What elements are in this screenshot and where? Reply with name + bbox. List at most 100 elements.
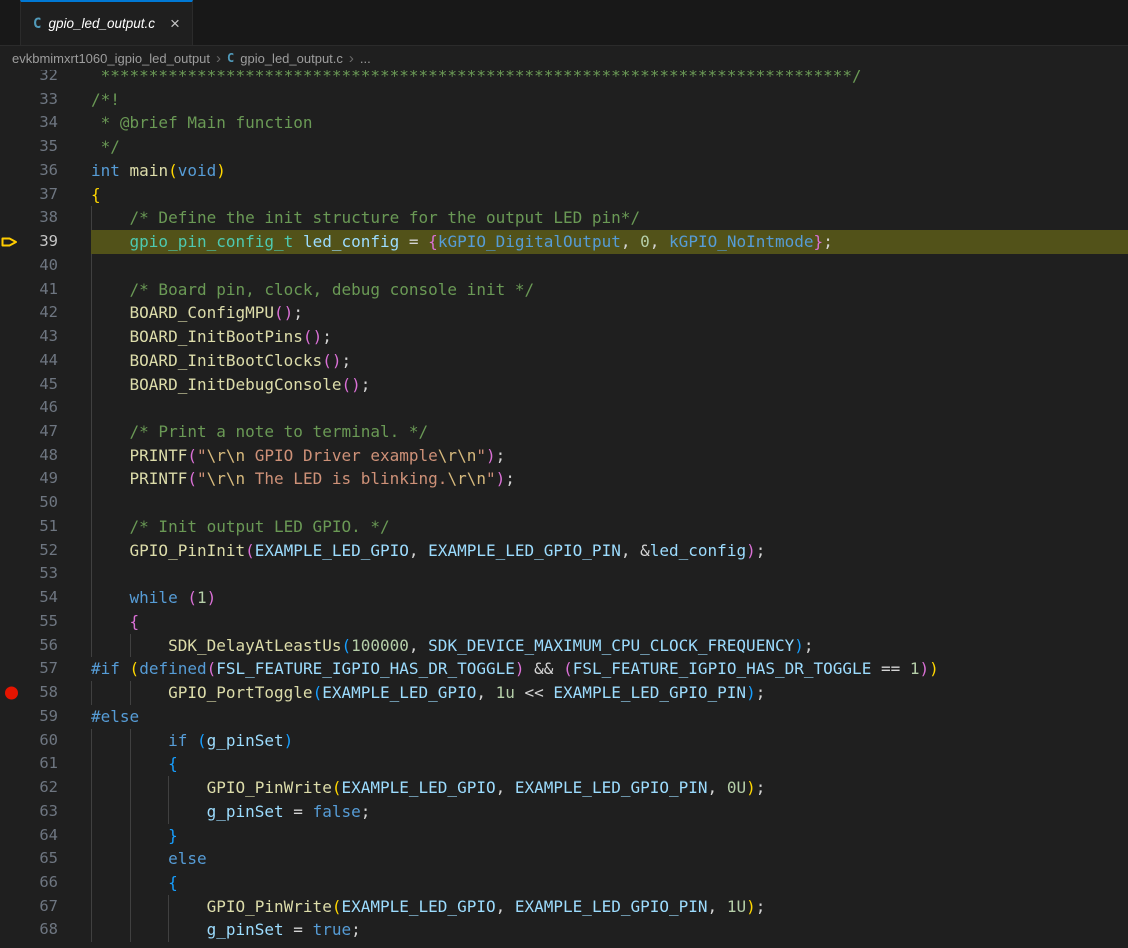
glyph-margin[interactable] [0,918,26,942]
glyph-margin[interactable] [0,444,26,468]
code-line[interactable]: 66 { [0,871,1128,895]
glyph-margin[interactable] [0,776,26,800]
glyph-margin[interactable] [0,254,26,278]
line-number[interactable]: 47 [26,420,58,444]
glyph-margin[interactable] [0,681,26,705]
code-line[interactable]: 35 */ [0,135,1128,159]
code-line[interactable]: 34 * @brief Main function [0,111,1128,135]
breadcrumb-file[interactable]: gpio_led_output.c [240,51,343,66]
line-number[interactable]: 37 [26,183,58,207]
code-line[interactable]: 33/*! [0,88,1128,112]
line-number[interactable]: 56 [26,634,58,658]
code-line[interactable]: 50 [0,491,1128,515]
line-number[interactable]: 35 [26,135,58,159]
line-number[interactable]: 44 [26,349,58,373]
glyph-margin[interactable] [0,206,26,230]
code-line[interactable]: 48 PRINTF("\r\n GPIO Driver example\r\n"… [0,444,1128,468]
line-number[interactable]: 53 [26,562,58,586]
line-number[interactable]: 67 [26,895,58,919]
breadcrumb-more[interactable]: ... [360,51,371,66]
code-line[interactable]: 47 /* Print a note to terminal. */ [0,420,1128,444]
glyph-margin[interactable] [0,373,26,397]
glyph-margin[interactable] [0,752,26,776]
glyph-margin[interactable] [0,657,26,681]
line-number[interactable]: 61 [26,752,58,776]
glyph-margin[interactable] [0,88,26,112]
line-number[interactable]: 68 [26,918,58,942]
glyph-margin[interactable] [0,70,26,88]
line-number[interactable]: 51 [26,515,58,539]
line-number[interactable]: 42 [26,301,58,325]
line-number[interactable]: 65 [26,847,58,871]
code-line[interactable]: 52 GPIO_PinInit(EXAMPLE_LED_GPIO, EXAMPL… [0,539,1128,563]
glyph-margin[interactable] [0,895,26,919]
code-line[interactable]: 57#if (defined(FSL_FEATURE_IGPIO_HAS_DR_… [0,657,1128,681]
glyph-margin[interactable] [0,634,26,658]
code-line[interactable]: 60 if (g_pinSet) [0,729,1128,753]
glyph-margin[interactable] [0,705,26,729]
line-number[interactable]: 39 [26,230,58,254]
glyph-margin[interactable] [0,871,26,895]
glyph-margin[interactable] [0,278,26,302]
glyph-margin[interactable] [0,515,26,539]
code-line[interactable]: 64 } [0,824,1128,848]
code-line[interactable]: 55 { [0,610,1128,634]
glyph-margin[interactable] [0,562,26,586]
glyph-margin[interactable] [0,159,26,183]
line-number[interactable]: 41 [26,278,58,302]
code-line[interactable]: 67 GPIO_PinWrite(EXAMPLE_LED_GPIO, EXAMP… [0,895,1128,919]
line-number[interactable]: 36 [26,159,58,183]
line-number[interactable]: 66 [26,871,58,895]
code-line[interactable]: 42 BOARD_ConfigMPU(); [0,301,1128,325]
glyph-margin[interactable] [0,491,26,515]
code-line[interactable]: 38 /* Define the init structure for the … [0,206,1128,230]
code-line[interactable]: 37{ [0,183,1128,207]
code-line[interactable]: 63 g_pinSet = false; [0,800,1128,824]
glyph-margin[interactable] [0,230,26,254]
code-line[interactable]: 36int main(void) [0,159,1128,183]
code-line[interactable]: 43 BOARD_InitBootPins(); [0,325,1128,349]
code-line[interactable]: 61 { [0,752,1128,776]
glyph-margin[interactable] [0,800,26,824]
line-number[interactable]: 43 [26,325,58,349]
tab-gpio-led-output[interactable]: C gpio_led_output.c × [20,0,193,45]
code-line[interactable]: 40 [0,254,1128,278]
glyph-margin[interactable] [0,586,26,610]
line-number[interactable]: 40 [26,254,58,278]
code-line[interactable]: 45 BOARD_InitDebugConsole(); [0,373,1128,397]
code-line[interactable]: 54 while (1) [0,586,1128,610]
line-number[interactable]: 60 [26,729,58,753]
glyph-margin[interactable] [0,467,26,491]
glyph-margin[interactable] [0,325,26,349]
glyph-margin[interactable] [0,349,26,373]
line-number[interactable]: 62 [26,776,58,800]
code-line[interactable]: 51 /* Init output LED GPIO. */ [0,515,1128,539]
line-number[interactable]: 63 [26,800,58,824]
glyph-margin[interactable] [0,729,26,753]
line-number[interactable]: 49 [26,467,58,491]
glyph-margin[interactable] [0,135,26,159]
line-number[interactable]: 55 [26,610,58,634]
close-tab-icon[interactable]: × [170,15,180,32]
glyph-margin[interactable] [0,301,26,325]
line-number[interactable]: 38 [26,206,58,230]
code-line[interactable]: 68 g_pinSet = true; [0,918,1128,942]
code-line[interactable]: 59#else [0,705,1128,729]
glyph-margin[interactable] [0,420,26,444]
line-number[interactable]: 48 [26,444,58,468]
code-line[interactable]: 49 PRINTF("\r\n The LED is blinking.\r\n… [0,467,1128,491]
line-number[interactable]: 58 [26,681,58,705]
code-line[interactable]: 32 *************************************… [0,70,1128,88]
line-number[interactable]: 54 [26,586,58,610]
glyph-margin[interactable] [0,111,26,135]
code-line[interactable]: 56 SDK_DelayAtLeastUs(100000, SDK_DEVICE… [0,634,1128,658]
line-number[interactable]: 64 [26,824,58,848]
line-number[interactable]: 46 [26,396,58,420]
editor[interactable]: 32 *************************************… [0,70,1128,948]
line-number[interactable]: 52 [26,539,58,563]
glyph-margin[interactable] [0,539,26,563]
glyph-margin[interactable] [0,396,26,420]
line-number[interactable]: 33 [26,88,58,112]
code-line[interactable]: 44 BOARD_InitBootClocks(); [0,349,1128,373]
code-line[interactable]: 62 GPIO_PinWrite(EXAMPLE_LED_GPIO, EXAMP… [0,776,1128,800]
